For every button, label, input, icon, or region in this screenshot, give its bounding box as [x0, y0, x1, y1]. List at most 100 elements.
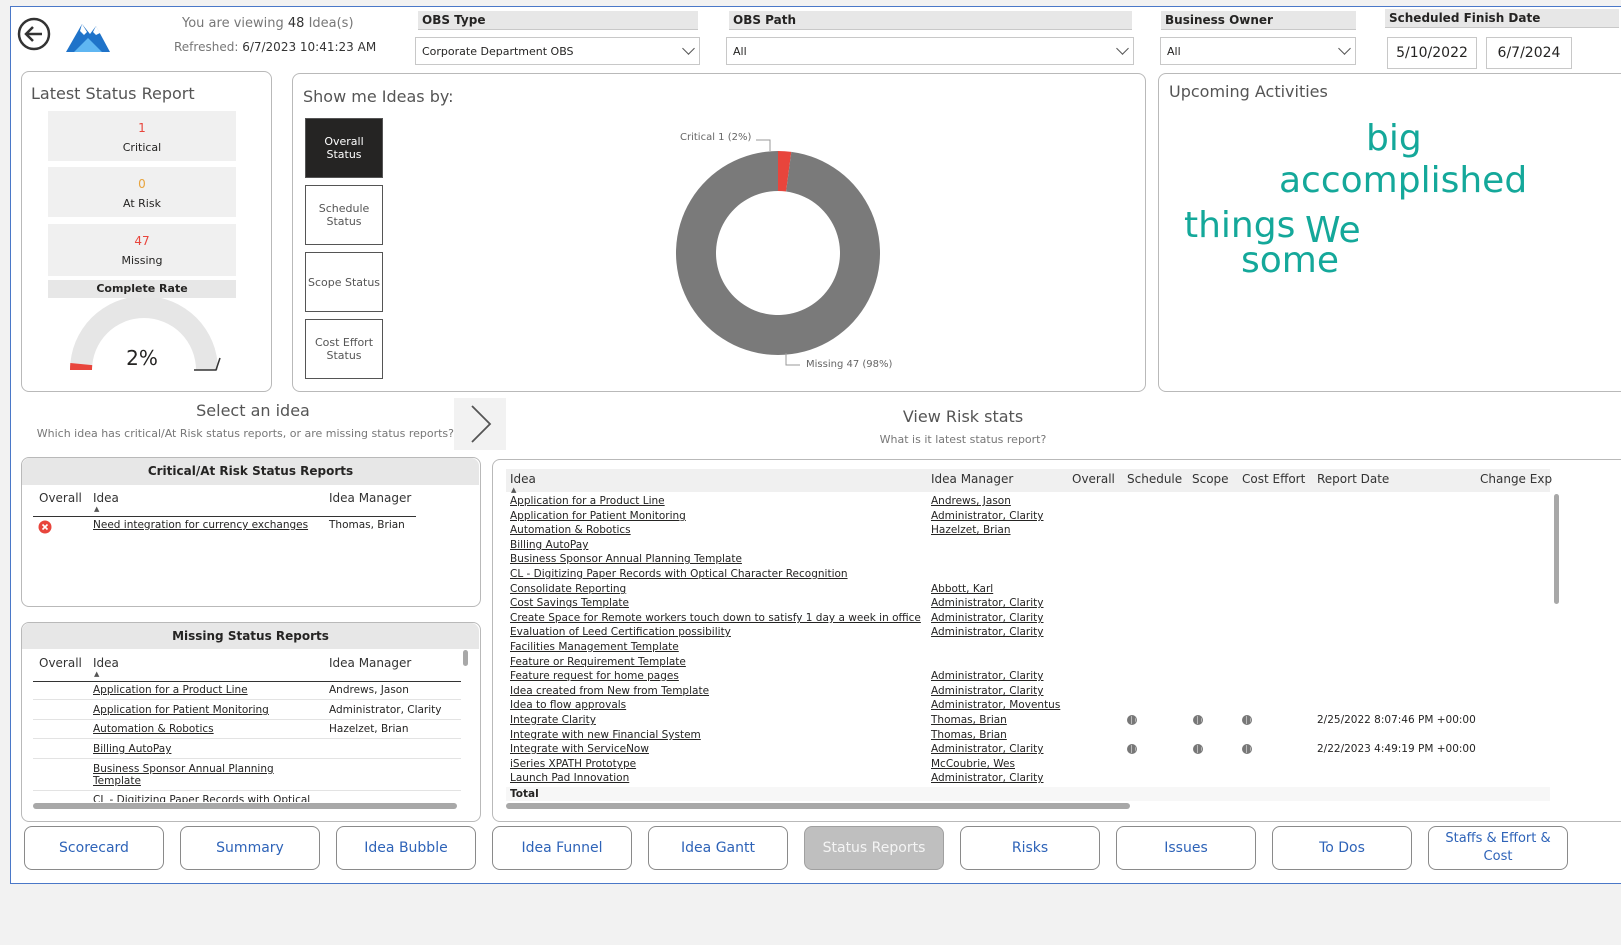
mountain-logo-icon	[64, 12, 112, 54]
vertical-scrollbar[interactable]	[1554, 494, 1559, 604]
col-idea-manager[interactable]: Idea Manager	[931, 472, 1013, 486]
main-row-manager[interactable]: Administrator, Clarity	[931, 612, 1044, 624]
main-row-idea[interactable]: Facilities Management Template	[510, 641, 679, 653]
scope-status-button[interactable]: Scope Status	[305, 252, 383, 312]
nav-idea-gantt-button[interactable]: Idea Gantt	[648, 826, 788, 870]
main-row-idea[interactable]: Idea created from New from Template	[510, 685, 709, 697]
col-idea[interactable]: Idea	[510, 472, 536, 486]
obs-type-dropdown[interactable]: Corporate Department OBS	[415, 37, 700, 65]
main-row-idea[interactable]: Feature or Requirement Template	[510, 656, 686, 668]
main-row-idea[interactable]: Application for Patient Monitoring	[510, 510, 686, 522]
nav-idea-bubble-button[interactable]: Idea Bubble	[336, 826, 476, 870]
main-row-idea[interactable]: Integrate Clarity	[510, 714, 596, 726]
main-row-idea[interactable]: Business Sponsor Annual Planning Templat…	[510, 553, 742, 565]
select-idea-subtitle: Which idea has critical/At Risk status r…	[36, 427, 454, 440]
main-row-manager[interactable]: Administrator, Clarity	[931, 685, 1044, 697]
main-row-idea[interactable]: Launch Pad Innovation	[510, 772, 629, 784]
col-report-date[interactable]: Report Date	[1317, 472, 1389, 486]
donut-leader-line	[785, 353, 800, 366]
main-row-manager[interactable]: Abbott, Karl	[931, 583, 993, 595]
main-row-report-date: 2/25/2022 8:07:46 PM +00:00	[1317, 714, 1476, 726]
col-change-expl[interactable]: Change Expl	[1480, 472, 1552, 486]
col-idea[interactable]: Idea	[93, 656, 119, 670]
missing-row-idea[interactable]: Application for Patient Monitoring	[93, 704, 269, 716]
missing-row-idea[interactable]: Automation & Robotics	[93, 723, 214, 735]
row-divider	[33, 719, 461, 720]
obs-path-label: OBS Path	[729, 11, 1132, 30]
chevron-down-icon	[682, 42, 695, 55]
main-row-idea[interactable]: Evaluation of Leed Certification possibi…	[510, 626, 731, 638]
main-row-manager[interactable]: Hazelzet, Brian	[931, 524, 1011, 536]
horizontal-scrollbar[interactable]	[506, 803, 1130, 809]
main-row-idea[interactable]: Application for a Product Line	[510, 495, 665, 507]
missing-row-clip: CL - Digitizing Paper Records with Optic…	[93, 794, 353, 802]
missing-row-idea[interactable]: Application for a Product Line	[93, 684, 248, 696]
schedule-status-button[interactable]: Schedule Status	[305, 185, 383, 245]
col-overall[interactable]: Overall	[39, 656, 82, 670]
col-cost-effort[interactable]: Cost Effort	[1242, 472, 1305, 486]
main-row-idea[interactable]: iSeries XPATH Prototype	[510, 758, 636, 770]
missing-row-idea[interactable]: CL - Digitizing Paper Records with Optic…	[93, 794, 310, 802]
main-row-idea[interactable]: Create Space for Remote workers touch do…	[510, 612, 921, 624]
main-row-idea[interactable]: Integrate with new Financial System	[510, 729, 701, 741]
upcoming-activities-title: Upcoming Activities	[1169, 82, 1328, 101]
main-row-manager[interactable]: Administrator, Clarity	[931, 597, 1044, 609]
row-divider	[33, 758, 461, 759]
start-date-input[interactable]: 5/10/2022	[1387, 37, 1477, 69]
col-idea-manager[interactable]: Idea Manager	[329, 491, 411, 505]
main-row-manager[interactable]: Administrator, Clarity	[931, 670, 1044, 682]
nav-scorecard-button[interactable]: Scorecard	[24, 826, 164, 870]
missing-row-idea-cont[interactable]: Template	[93, 775, 141, 787]
cost-effort-status-button[interactable]: Cost Effort Status	[305, 319, 383, 379]
col-schedule[interactable]: Schedule	[1127, 472, 1182, 486]
main-row-idea[interactable]: Feature request for home pages	[510, 670, 679, 682]
main-row-manager[interactable]: Andrews, Jason	[931, 495, 1011, 507]
main-table-header-bg	[506, 469, 1550, 492]
gauge-value: 2%	[126, 346, 158, 370]
nav-idea-funnel-button[interactable]: Idea Funnel	[492, 826, 632, 870]
missing-row-idea[interactable]: Billing AutoPay	[93, 743, 171, 755]
back-arrow-icon[interactable]	[16, 16, 52, 52]
missing-row-idea[interactable]: Business Sponsor Annual Planning	[93, 763, 274, 775]
main-row-idea[interactable]: Cost Savings Template	[510, 597, 629, 609]
col-scope[interactable]: Scope	[1192, 472, 1229, 486]
word-cloud-word: big	[1366, 118, 1422, 159]
main-row-idea[interactable]: Automation & Robotics	[510, 524, 631, 536]
main-row-manager[interactable]: Thomas, Brian	[931, 714, 1007, 726]
main-row-manager[interactable]: Administrator, Moventus	[931, 699, 1060, 711]
chevron-right-icon[interactable]	[454, 398, 506, 450]
main-row-manager[interactable]: Thomas, Brian	[931, 729, 1007, 741]
chevron-down-icon	[1338, 42, 1351, 55]
status-indicator-icon	[1193, 715, 1203, 725]
overall-status-button[interactable]: Overall Status	[305, 118, 383, 178]
obs-path-dropdown[interactable]: All	[726, 37, 1134, 65]
col-idea-manager[interactable]: Idea Manager	[329, 656, 411, 670]
main-row-manager[interactable]: Administrator, Clarity	[931, 772, 1044, 784]
end-date-input[interactable]: 6/7/2024	[1486, 37, 1572, 69]
nav-status-reports-button[interactable]: Status Reports	[804, 826, 944, 870]
horizontal-scrollbar[interactable]	[33, 803, 457, 809]
main-row-manager[interactable]: Administrator, Clarity	[931, 743, 1044, 755]
business-owner-dropdown[interactable]: All	[1160, 37, 1356, 65]
business-owner-label: Business Owner	[1161, 11, 1356, 30]
main-row-manager[interactable]: Administrator, Clarity	[931, 510, 1044, 522]
nav-risks-button[interactable]: Risks	[960, 826, 1100, 870]
vertical-scrollbar[interactable]	[463, 650, 468, 666]
main-row-manager[interactable]: Administrator, Clarity	[931, 626, 1044, 638]
critical-row-idea[interactable]: Need integration for currency exchanges	[93, 519, 308, 531]
main-row-idea[interactable]: Idea to flow approvals	[510, 699, 626, 711]
main-row-idea[interactable]: Integrate with ServiceNow	[510, 743, 649, 755]
main-row-manager[interactable]: McCoubrie, Wes	[931, 758, 1015, 770]
nav-summary-button[interactable]: Summary	[180, 826, 320, 870]
nav-issues-button[interactable]: Issues	[1116, 826, 1256, 870]
nav-todos-button[interactable]: To Dos	[1272, 826, 1412, 870]
col-overall[interactable]: Overall	[1072, 472, 1115, 486]
main-row-idea[interactable]: Consolidate Reporting	[510, 583, 626, 595]
ideas-by-title: Show me Ideas by:	[303, 87, 454, 106]
donut-slice-missing[interactable]	[676, 151, 880, 355]
col-overall[interactable]: Overall	[39, 491, 82, 505]
main-row-idea[interactable]: Billing AutoPay	[510, 539, 588, 551]
main-row-idea[interactable]: CL - Digitizing Paper Records with Optic…	[510, 568, 848, 580]
nav-staffs-effort-cost-button[interactable]: Staffs & Effort & Cost	[1428, 826, 1568, 870]
col-idea[interactable]: Idea	[93, 491, 119, 505]
